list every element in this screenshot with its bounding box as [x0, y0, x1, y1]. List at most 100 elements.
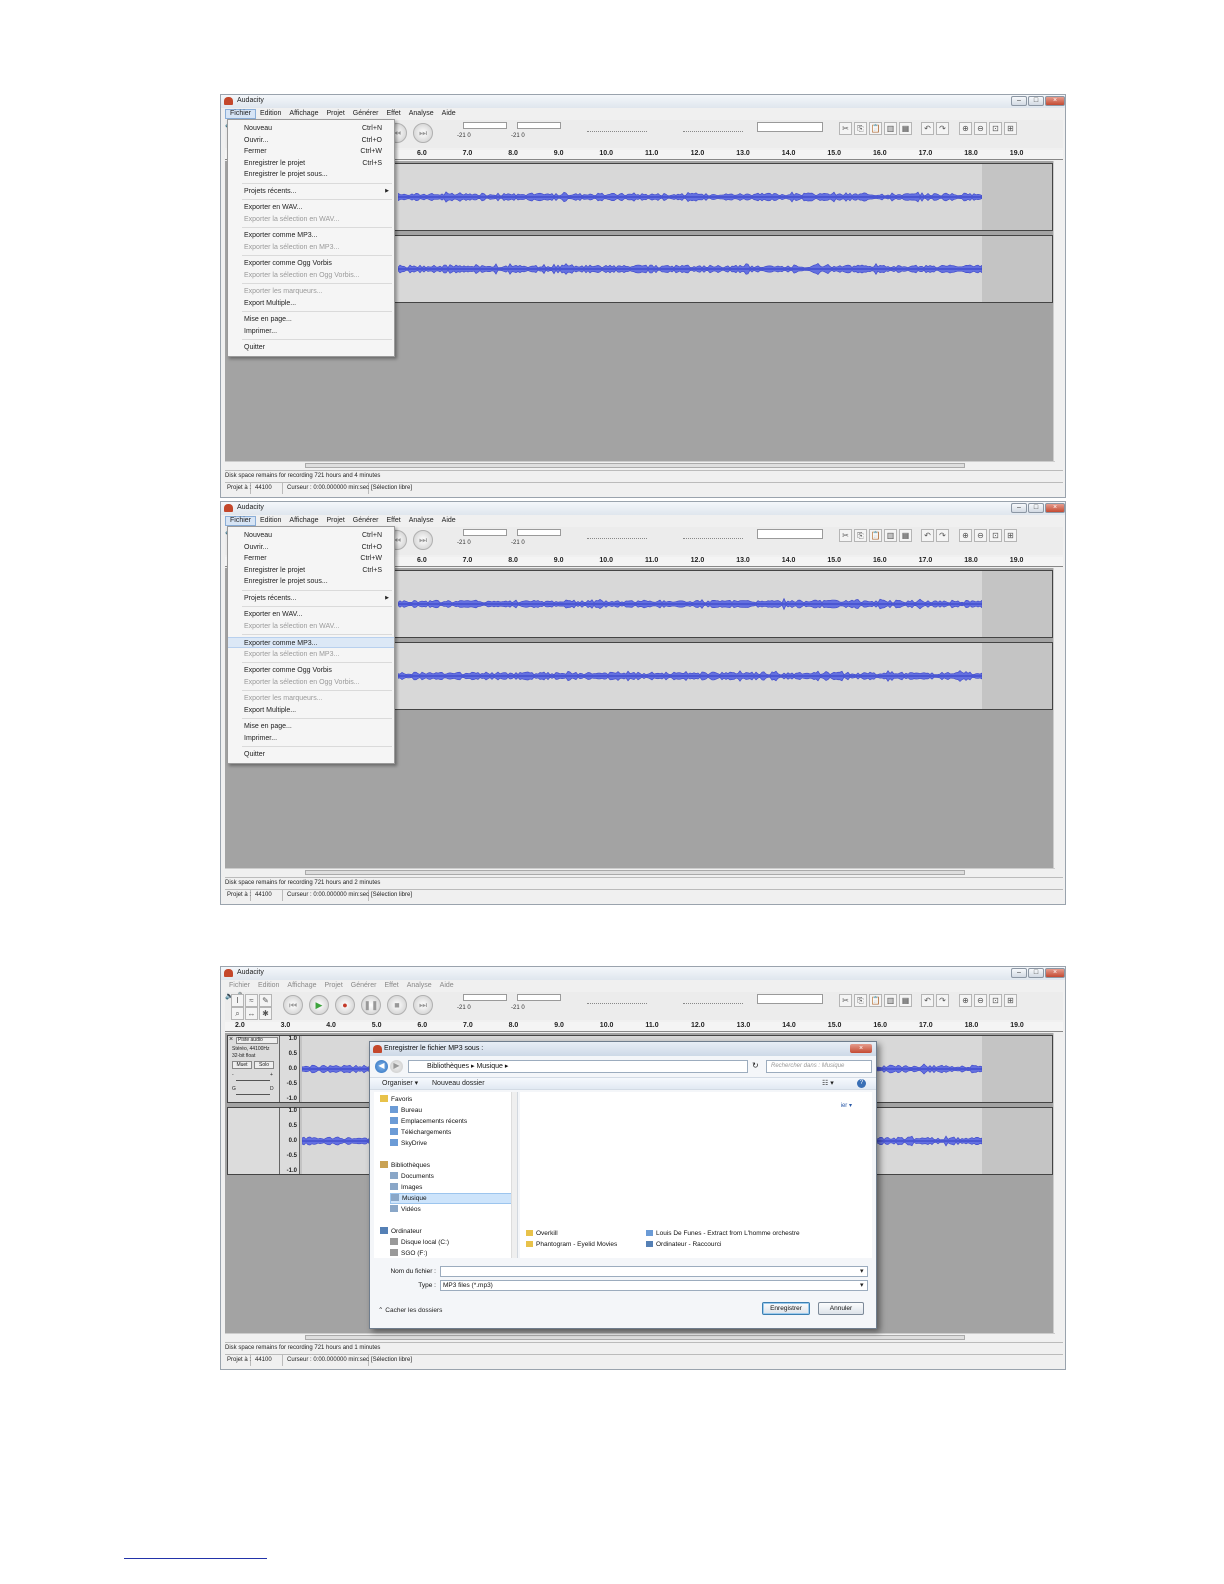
zoom-out-icon[interactable]: ⊖ [974, 122, 987, 135]
close-button[interactable]: × [1045, 503, 1065, 513]
menu-projet[interactable]: Projet [322, 516, 348, 526]
horizontal-scrollbar[interactable] [225, 868, 1055, 876]
undo-icon[interactable]: ↶ [921, 529, 934, 542]
file-menu-item[interactable]: Projets récents... ▶ [228, 186, 394, 197]
nav-pane-scrollbar[interactable] [511, 1092, 517, 1258]
zoom-out-icon[interactable]: ⊖ [974, 529, 987, 542]
file-menu-item[interactable]: Exporter en WAV... [228, 202, 394, 213]
menu-analyse[interactable]: Analyse [403, 981, 436, 991]
file-menu-item[interactable]: Fermer Ctrl+W [228, 146, 394, 157]
menu-fichier[interactable]: Fichier [225, 109, 257, 119]
nav-drive-item[interactable]: Disque local (C:) [390, 1237, 449, 1248]
dialog-close-button[interactable]: × [850, 1044, 872, 1053]
output-meter[interactable]: -21 0 [457, 121, 507, 143]
timeshift-tool-icon[interactable]: ↔ [245, 1007, 258, 1020]
folder-item[interactable]: Overkill [526, 1230, 558, 1237]
fit-selection-icon[interactable]: ⊡ [989, 122, 1002, 135]
output-meter[interactable]: -21 0 [457, 528, 507, 550]
fit-selection-icon[interactable]: ⊡ [989, 529, 1002, 542]
breadcrumb-musique[interactable]: Musique [476, 1063, 502, 1070]
input-meter[interactable]: -21 0 [511, 528, 561, 550]
redo-icon[interactable]: ↷ [936, 529, 949, 542]
breadcrumb-bibliotheques[interactable]: Bibliothèques [427, 1063, 469, 1070]
arrange-by-dropdown[interactable]: ier ▾ [841, 1102, 852, 1109]
file-menu-item[interactable]: Projets récents... ▶ [228, 593, 394, 604]
file-menu-item[interactable]: Export Multiple... [228, 298, 394, 309]
nav-favorite-item[interactable]: Téléchargements [390, 1127, 451, 1138]
horizontal-scroll-thumb[interactable] [305, 463, 965, 468]
minimize-button[interactable]: – [1011, 96, 1027, 106]
zoom-out-icon[interactable]: ⊖ [974, 994, 987, 1007]
zoom-in-icon[interactable]: ⊕ [959, 529, 972, 542]
menu-générer[interactable]: Générer [347, 981, 381, 991]
menu-edition[interactable]: Edition [254, 981, 283, 991]
nav-library-item[interactable]: Documents [390, 1171, 434, 1182]
mute-button[interactable]: Muet [232, 1061, 252, 1069]
file-menu-item[interactable]: Ouvrir... Ctrl+O [228, 542, 394, 553]
fit-project-icon[interactable]: ⊞ [1004, 994, 1017, 1007]
nav-drive-item[interactable]: SGO (F:) [390, 1248, 427, 1259]
output-volume-slider[interactable] [587, 529, 647, 539]
views-icon[interactable]: ☷ ▾ [822, 1078, 834, 1090]
draw-tool-icon[interactable]: ✎ [259, 994, 272, 1007]
menu-projet[interactable]: Projet [322, 109, 348, 119]
input-meter[interactable]: -21 0 [511, 121, 561, 143]
project-rate-value[interactable]: 44100 [253, 483, 283, 494]
nav-libraries[interactable]: Bibliothèques [380, 1160, 430, 1171]
track-name-button[interactable]: Piste audio [236, 1037, 278, 1044]
menu-edition[interactable]: Edition [256, 516, 285, 526]
project-rate-value[interactable]: 44100 [253, 890, 283, 901]
menu-affichage[interactable]: Affichage [283, 981, 320, 991]
menu-effet[interactable]: Effet [382, 516, 404, 526]
menu-aide[interactable]: Aide [438, 516, 460, 526]
file-menu-item[interactable]: Enregistrer le projet sous... [228, 169, 394, 180]
horizontal-scrollbar[interactable] [225, 1333, 1055, 1341]
nav-library-item[interactable]: Musique [390, 1193, 514, 1204]
vertical-scrollbar[interactable] [1053, 568, 1061, 868]
pause-button[interactable]: ❚❚ [361, 995, 381, 1015]
vertical-scrollbar[interactable] [1053, 161, 1061, 461]
undo-icon[interactable]: ↶ [921, 122, 934, 135]
input-source-combo[interactable] [757, 994, 823, 1004]
file-menu-item[interactable]: Exporter comme MP3... [228, 230, 394, 241]
timeline-ruler[interactable]: 2.0 3.0 4.0 5.0 6.0 7.0 8.0 9.0 10.0 11.0 12.0 13.0… [225, 1022, 1063, 1032]
trim-icon[interactable]: ▥ [884, 529, 897, 542]
horizontal-scroll-thumb[interactable] [305, 1335, 965, 1340]
stop-button[interactable]: ■ [387, 995, 407, 1015]
zoom-in-icon[interactable]: ⊕ [959, 994, 972, 1007]
track-close-icon[interactable]: × [229, 1036, 233, 1043]
zoom-in-icon[interactable]: ⊕ [959, 122, 972, 135]
input-volume-slider[interactable] [683, 994, 743, 1004]
file-menu-item[interactable]: Enregistrer le projet Ctrl+S [228, 158, 394, 169]
silence-icon[interactable]: ▦ [899, 122, 912, 135]
organize-button[interactable]: Organiser ▾ [382, 1078, 418, 1090]
play-button[interactable]: ▶ [309, 995, 329, 1015]
selection-tool-icon[interactable]: I [231, 994, 244, 1007]
envelope-tool-icon[interactable]: ≈ [245, 994, 258, 1007]
pan-slider[interactable] [236, 1094, 270, 1095]
multi-tool-icon[interactable]: ✱ [259, 1007, 272, 1020]
menu-analyse[interactable]: Analyse [405, 109, 438, 119]
menu-générer[interactable]: Générer [349, 109, 383, 119]
output-volume-slider[interactable] [587, 122, 647, 132]
cut-icon[interactable]: ✂ [839, 122, 852, 135]
input-source-combo[interactable] [757, 122, 823, 132]
redo-icon[interactable]: ↷ [936, 122, 949, 135]
output-meter[interactable]: -21 0 [457, 993, 507, 1015]
menu-fichier[interactable]: Fichier [225, 516, 257, 526]
menu-générer[interactable]: Générer [349, 516, 383, 526]
cut-icon[interactable]: ✂ [839, 529, 852, 542]
file-menu-item[interactable]: Quitter [228, 342, 394, 353]
copy-icon[interactable]: ⎘ [854, 122, 867, 135]
file-menu-item[interactable]: Quitter [228, 749, 394, 760]
maximize-button[interactable]: □ [1028, 968, 1044, 978]
maximize-button[interactable]: □ [1028, 503, 1044, 513]
save-button[interactable]: Enregistrer [762, 1302, 810, 1315]
file-menu-item[interactable]: Imprimer... [228, 326, 394, 337]
close-button[interactable]: × [1045, 96, 1065, 106]
menu-aide[interactable]: Aide [438, 109, 460, 119]
menu-edition[interactable]: Edition [256, 109, 285, 119]
file-menu-item[interactable]: Exporter comme Ogg Vorbis [228, 665, 394, 676]
menu-projet[interactable]: Projet [320, 981, 346, 991]
new-folder-button[interactable]: Nouveau dossier [432, 1078, 485, 1090]
